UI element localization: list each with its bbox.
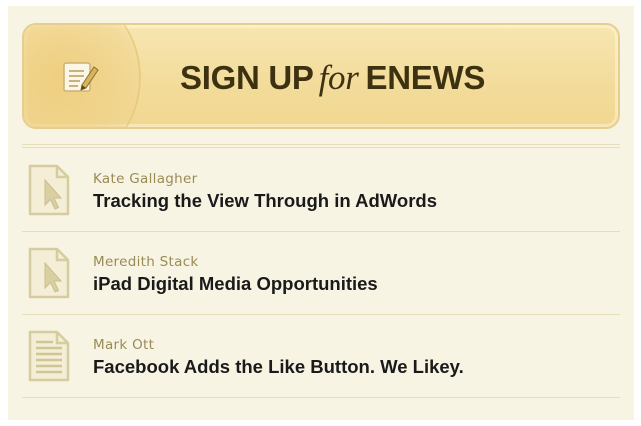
cursor-document-icon bbox=[28, 164, 70, 216]
divider-line bbox=[22, 144, 620, 145]
article-item[interactable]: Meredith Stack iPad Digital Media Opport… bbox=[22, 232, 620, 314]
article-title-link[interactable]: Tracking the View Through in AdWords bbox=[93, 190, 437, 212]
article-author: Mark Ott bbox=[93, 337, 155, 353]
signup-connector: for bbox=[318, 58, 359, 97]
cursor-document-icon bbox=[28, 247, 70, 299]
divider-line bbox=[22, 147, 620, 148]
signup-suffix: ENEWS bbox=[365, 59, 486, 96]
article-title-link[interactable]: Facebook Adds the Like Button. We Likey. bbox=[93, 356, 464, 378]
article-author: Kate Gallagher bbox=[93, 171, 198, 187]
signup-enews-button[interactable]: SIGN UP for ENEWS bbox=[22, 23, 620, 129]
signup-enews-label: SIGN UP for ENEWS bbox=[180, 53, 485, 103]
article-item[interactable]: Kate Gallagher Tracking the View Through… bbox=[22, 149, 620, 231]
text-document-icon bbox=[28, 330, 70, 382]
enews-sidebar-panel: SIGN UP for ENEWS Kate Gallagher Tracking … bbox=[8, 6, 634, 420]
signup-prefix: SIGN UP bbox=[180, 59, 314, 96]
article-item[interactable]: Mark Ott Facebook Adds the Like Button. … bbox=[22, 315, 620, 397]
article-author: Meredith Stack bbox=[93, 254, 199, 270]
notepad-pencil-icon bbox=[63, 62, 99, 92]
article-title-link[interactable]: iPad Digital Media Opportunities bbox=[93, 273, 378, 295]
divider-line bbox=[22, 397, 620, 398]
